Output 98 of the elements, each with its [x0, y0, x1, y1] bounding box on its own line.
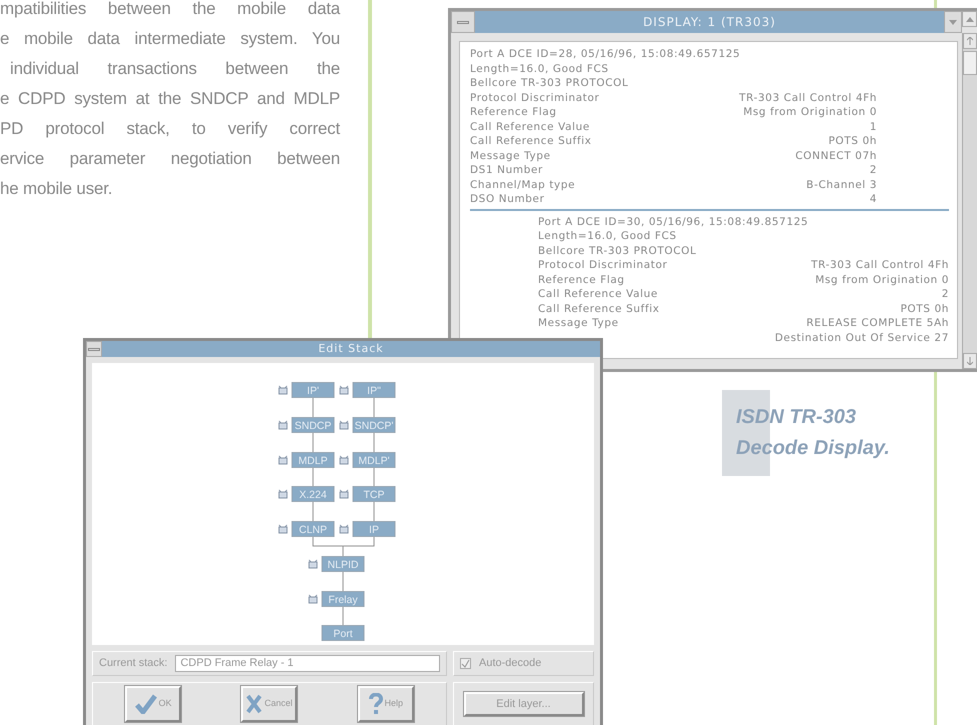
field-value: Msg from Origination 0	[815, 272, 949, 287]
field-label: Channel/Map type	[470, 178, 576, 192]
field-label: Call Reference Suffix	[470, 134, 592, 148]
connector-line	[312, 536, 374, 557]
ok-button[interactable]: OK	[125, 686, 182, 722]
decode-line: Port A DCE ID=30, 05/16/96, 15:08:49.857125	[538, 214, 810, 229]
layer-node[interactable]: CLNP	[292, 521, 334, 537]
field-value: 4	[870, 192, 877, 206]
field-value: B-Channel 3	[806, 178, 877, 192]
check-icon	[134, 694, 157, 714]
field-label: Message Type	[470, 148, 551, 163]
layer-node[interactable]: NLPID	[322, 556, 364, 572]
layer-node[interactable]: X.224	[292, 486, 334, 502]
decode-line: Length=16.0, Good FCS	[470, 62, 610, 76]
connector-line	[312, 501, 314, 522]
scroll-thumb[interactable]	[963, 51, 977, 75]
paragraph-line: PD protocol stack, to verify correct	[0, 118, 340, 140]
window-title: Edit Stack	[102, 341, 600, 357]
paragraph-line: mpatibilities between the mobile data	[0, 0, 340, 20]
tray-icon	[340, 456, 348, 464]
layer-node[interactable]: IP'	[292, 382, 334, 398]
connector-line	[342, 606, 344, 626]
tray-icon	[308, 594, 318, 604]
field-label: Reference Flag	[538, 272, 625, 287]
caption-line: Decode Display.	[736, 436, 890, 461]
help-icon	[368, 693, 383, 715]
field-label: Reference Flag	[470, 105, 557, 120]
dropdown-button[interactable]	[944, 11, 962, 33]
paragraph-line: he mobile user.	[0, 178, 114, 200]
layer-node[interactable]: IP	[352, 521, 396, 537]
field-value: 1	[870, 120, 877, 134]
layer-node[interactable]: Port	[322, 625, 364, 641]
window-title: DISPLAY: 1 (TR303)	[475, 11, 944, 33]
layer-node[interactable]: MDLP	[292, 452, 334, 468]
window-menu-button[interactable]	[86, 341, 102, 357]
window-menu-button[interactable]	[451, 11, 475, 33]
cross-icon	[246, 694, 262, 714]
scroll-top-button[interactable]	[963, 33, 977, 49]
edit-layer-button[interactable]: Edit layer...	[464, 692, 584, 716]
checkbox-label: Auto-decode	[479, 656, 542, 672]
field-label: Call Reference Value	[538, 287, 658, 302]
layer-node[interactable]: TCP	[352, 486, 396, 502]
cancel-button[interactable]: Cancel	[241, 686, 298, 722]
scroll-bottom-button[interactable]	[963, 353, 977, 369]
connector-line	[312, 397, 314, 418]
scrollbar[interactable]	[962, 33, 977, 369]
tray-icon	[278, 420, 288, 430]
decode-line: Port A DCE ID=28, 05/16/96, 15:08:49.657125	[470, 47, 742, 62]
field-value: POTS 0h	[828, 134, 877, 148]
layer-node[interactable]: SNDCP'	[352, 417, 396, 433]
caret-icon	[949, 20, 957, 24]
field-label: DSO Number	[470, 192, 545, 206]
field-value: Msg from Origination 0	[743, 105, 877, 120]
decode-line: Bellcore TR-303 PROTOCOL	[470, 76, 630, 90]
field-label: Call Reference Suffix	[538, 302, 660, 316]
field-label: Message Type	[538, 316, 619, 330]
layer-node[interactable]: MDLP'	[352, 452, 396, 468]
field-value: TR-303 Call Control 4Fh	[811, 258, 949, 272]
scroll-up-button[interactable]	[962, 11, 977, 27]
tray-icon	[308, 560, 318, 568]
field-value: 2	[942, 287, 949, 302]
field-value: 2	[870, 163, 877, 178]
decode-line: Bellcore TR-303 PROTOCOL	[538, 244, 698, 258]
layer-node[interactable]: IP"	[352, 382, 396, 398]
paragraph-line: e CDPD system at the SNDCP and MDLP	[0, 88, 340, 110]
field-label: Call Reference Value	[470, 120, 590, 134]
decode-line: Length=16.0, Good FCS	[538, 229, 678, 244]
field-value: RELEASE COMPLETE 5Ah	[806, 316, 949, 330]
field-value: TR-303 Call Control 4Fh	[739, 90, 877, 105]
field-label: Protocol Discriminator	[538, 258, 668, 272]
tray-icon	[278, 524, 288, 534]
field-value: Destination Out Of Service 27	[774, 330, 949, 345]
field-label: Protocol Discriminator	[470, 90, 600, 105]
paragraph-line: ervice parameter negotiation between	[0, 148, 340, 170]
tray-icon	[278, 490, 288, 498]
help-button[interactable]: Help	[358, 686, 414, 722]
paragraph-line: e mobile data intermediate system. You	[0, 28, 340, 50]
tray-icon	[340, 386, 348, 394]
layer-node[interactable]: Frelay	[322, 591, 364, 607]
connector-line	[312, 467, 314, 487]
current-stack-field[interactable]: CDPD Frame Relay - 1	[175, 655, 440, 672]
tray-icon	[340, 490, 348, 498]
field-label: DS1 Number	[470, 163, 543, 178]
field-value: POTS 0h	[900, 302, 949, 316]
field-value: CONNECT 07h	[795, 148, 877, 163]
field-label: Current stack:	[99, 656, 168, 672]
connector-line	[342, 571, 344, 592]
tray-icon	[340, 420, 348, 430]
connector-line	[312, 432, 314, 453]
down-arrow-icon	[967, 357, 973, 365]
up-arrow-icon	[967, 37, 973, 45]
tray-icon	[340, 524, 348, 534]
up-arrow-icon	[966, 16, 974, 22]
paragraph-line: individual transactions between the	[10, 58, 340, 80]
tray-icon	[278, 386, 288, 394]
layer-node[interactable]: SNDCP	[292, 417, 334, 433]
caption-line: ISDN TR-303	[736, 405, 858, 430]
tray-icon	[278, 456, 288, 464]
